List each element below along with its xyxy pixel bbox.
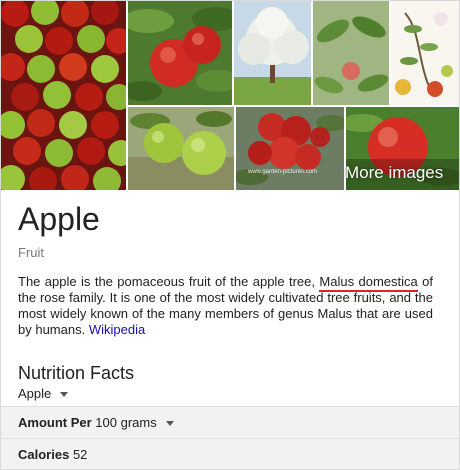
food-select-value: Apple [18,386,52,401]
watermark-text: www.garden-pictures.com [247,169,317,175]
apple-tree-image [234,1,311,105]
image-apple-tree[interactable] [234,1,311,105]
green-apples-image [128,107,234,190]
chevron-down-icon [165,421,174,427]
apple-pile-image [1,1,126,190]
apples-on-branch-image [128,1,232,105]
image-apple-pile[interactable] [1,1,126,190]
nutrition-facts-title: Nutrition Facts [18,363,135,383]
image-gallery: www.garden-pictures.com More images [1,1,459,191]
image-apples-on-branch[interactable] [128,1,232,105]
calories-value: 52 [72,447,88,462]
knowledge-panel: www.garden-pictures.com More images Appl… [0,0,460,470]
image-green-apples[interactable] [128,107,234,190]
image-red-apple-cluster[interactable]: www.garden-pictures.com [236,107,344,190]
food-select-dropdown[interactable]: Apple [18,386,69,401]
calories-row: Calories 52 [1,438,459,469]
botanical-drawing-image [391,1,459,105]
entity-subtitle: Fruit [18,245,44,260]
apple-leaves-image [313,1,389,105]
amount-per-value: 100 grams [95,415,157,430]
chevron-down-icon [60,392,69,398]
entity-title: Apple [18,201,100,237]
image-botanical-drawing[interactable] [391,1,459,105]
red-apple-cluster-image: www.garden-pictures.com [236,107,344,190]
amount-per-label: Amount Per [18,415,92,430]
wikipedia-link[interactable]: Wikipedia [89,322,145,337]
entity-description: The apple is the pomaceous fruit of the … [18,274,433,338]
description-text-before: The apple is the pomaceous fruit of the … [18,274,320,289]
image-apple-leaves[interactable] [313,1,389,105]
more-images-label[interactable]: More images [345,163,443,183]
amount-per-row[interactable]: Amount Per 100 grams [1,406,459,438]
calories-label: Calories [18,447,70,462]
